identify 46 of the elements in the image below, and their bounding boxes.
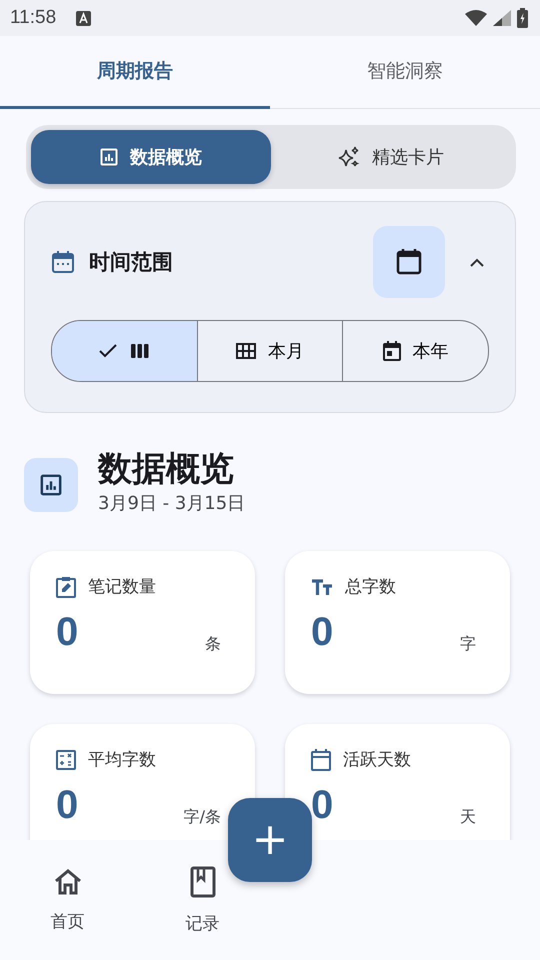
segment-option[interactable]: 本年 [342, 321, 488, 381]
signal-icon [493, 10, 511, 26]
sparkle-icon [338, 146, 360, 168]
calendar-icon [311, 748, 331, 770]
status-time: 11:58 [10, 7, 56, 29]
date-range: 3月9日 - 3月15日 [98, 492, 246, 515]
segment-option[interactable]: 本月 [196, 321, 342, 381]
collapse-icon[interactable] [469, 257, 485, 267]
chart-icon [24, 458, 78, 512]
overview-title: 数据概览 [98, 448, 235, 491]
stat-label: 平均字数 [88, 749, 156, 771]
home-icon [52, 868, 82, 896]
stat-value: 0 [311, 610, 334, 655]
stat-label: 总字数 [345, 576, 396, 598]
calendar-icon [396, 249, 422, 275]
section-title: 时间范围 [89, 249, 173, 276]
tab[interactable]: 智能洞察 [270, 36, 540, 109]
stat-unit: 条 [205, 634, 221, 655]
battery-icon [517, 8, 528, 28]
stat-value: 0 [56, 783, 78, 828]
keyboard-icon [76, 10, 92, 26]
stat-value: 0 [56, 610, 78, 655]
chart-icon [100, 148, 118, 166]
bookmark-book-icon [188, 866, 216, 898]
edit-note-icon [56, 576, 76, 598]
stat-unit: 字 [460, 634, 476, 655]
calendar-icon [382, 341, 401, 361]
week-icon [130, 343, 150, 359]
text-size-icon [311, 578, 333, 596]
check-icon [98, 343, 118, 359]
toggle-option[interactable]: 数据概览 [31, 130, 271, 184]
stat-label: 笔记数量 [88, 576, 156, 598]
calendar-icon [51, 250, 75, 274]
calculator-icon [56, 750, 76, 770]
toggle-option[interactable]: 精选卡片 [271, 130, 511, 184]
stat-value: 0 [311, 783, 334, 828]
wifi-icon [465, 10, 487, 26]
grid-icon [236, 343, 256, 359]
segment-option[interactable] [52, 321, 197, 381]
add-button[interactable]: + [228, 798, 312, 882]
tab[interactable]: 周期报告 [0, 36, 270, 109]
stat-unit: 字/条 [184, 807, 221, 828]
stat-unit: 天 [460, 807, 476, 828]
stat-label: 活跃天数 [343, 749, 411, 771]
calendar-button[interactable] [373, 226, 445, 298]
nav-item[interactable]: 首页 [0, 840, 135, 960]
